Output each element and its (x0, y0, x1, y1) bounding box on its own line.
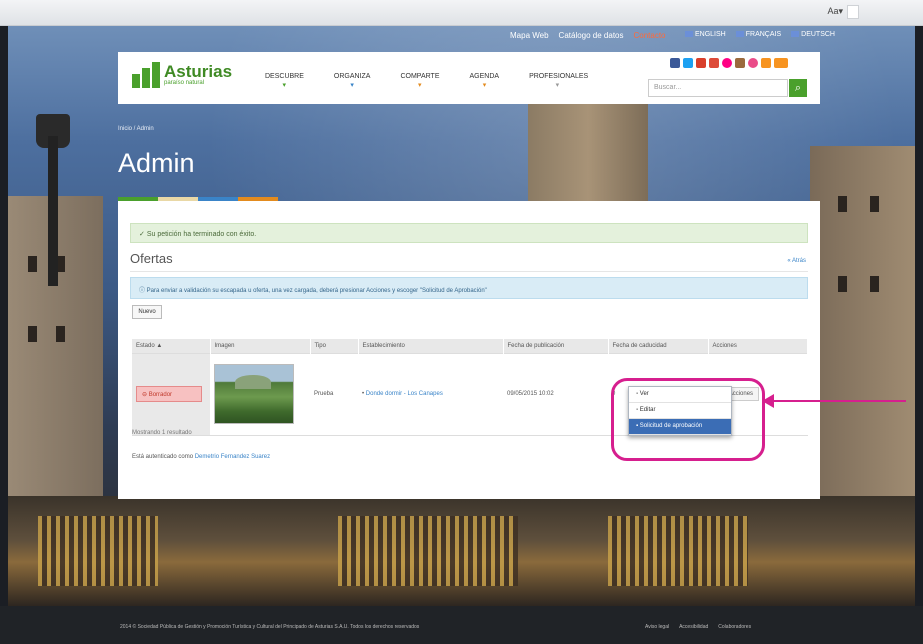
nav-descubre[interactable]: DESCUBRE (265, 73, 304, 89)
reflection-stripe (338, 516, 518, 586)
language-switcher: ENGLISH FRANÇAIS DEUTSCH (685, 31, 835, 38)
building-right (810, 146, 915, 526)
lang-german[interactable]: DEUTSCH (791, 31, 835, 38)
info-alert-text: Para enviar a validación su escapada u o… (146, 288, 487, 294)
browser-toolbar: Aa▾ (0, 0, 923, 26)
rss-icon[interactable] (761, 58, 771, 68)
success-alert: ✓ Su petición ha terminado con éxito. (130, 223, 808, 243)
nav-organiza[interactable]: ORGANIZA (334, 73, 371, 89)
auth-info: Está autenticado como Demetrio Fernandez… (132, 454, 270, 460)
reflection (8, 496, 915, 606)
establishment-link[interactable]: Donde dormir - Los Canapes (366, 391, 443, 397)
footer-link-collaborators[interactable]: Colaboradores (718, 624, 751, 630)
logo-mark (132, 62, 160, 88)
image-cell (210, 352, 310, 436)
auth-prefix: Está autenticado como (132, 454, 194, 460)
new-button[interactable]: Nuevo (132, 305, 162, 319)
window (56, 326, 65, 342)
blog-icon[interactable] (774, 58, 788, 68)
reflection-stripe (38, 516, 158, 586)
top-link-sitemap[interactable]: Mapa Web (510, 31, 549, 40)
nav-agenda[interactable]: AGENDA (470, 73, 500, 89)
info-icon: ⓘ (139, 288, 147, 294)
col-tipo[interactable]: Tipo (310, 339, 359, 353)
annotation-highlight (611, 378, 765, 461)
footer-links: Aviso legal Accesibilidad Colaboradores (645, 624, 751, 630)
lang-french[interactable]: FRANÇAIS (736, 31, 781, 38)
window (870, 196, 879, 212)
check-icon: ✓ (139, 231, 147, 238)
breadcrumb[interactable]: Inicio / Admin (118, 126, 154, 132)
col-establecimiento[interactable]: Establecimiento (358, 339, 504, 353)
top-links: Mapa Web Catálogo de datos Contacto (510, 31, 666, 40)
lang-english[interactable]: ENGLISH (685, 31, 726, 38)
table-header-row: Estado ▲ Imagen Tipo Establecimiento Fec… (132, 339, 808, 353)
divider (130, 271, 808, 272)
back-link[interactable]: « Atrás (787, 258, 806, 264)
facebook-icon[interactable] (670, 58, 680, 68)
establishment-cell: • Donde dormir - Los Canapes (358, 352, 503, 436)
site-header: Asturias paraíso natural DESCUBRE ORGANI… (118, 52, 820, 104)
instagram-icon[interactable] (735, 58, 745, 68)
window (870, 276, 879, 292)
window (838, 196, 847, 212)
top-link-catalog[interactable]: Catálogo de datos (559, 31, 624, 40)
youtube-icon[interactable] (696, 58, 706, 68)
window (838, 276, 847, 292)
flickr-icon[interactable] (722, 58, 732, 68)
lang-button[interactable]: Aa▾ (827, 6, 843, 17)
offer-thumbnail[interactable] (214, 364, 294, 424)
search-button[interactable]: ⌕ (789, 79, 807, 97)
browser-box (847, 5, 859, 19)
main-nav: DESCUBRE ORGANIZA COMPARTE AGENDA PROFES… (265, 73, 588, 89)
nav-profesionales[interactable]: PROFESIONALES (529, 73, 588, 89)
publication-date-cell: 09/05/2015 10:02 (503, 352, 608, 436)
type-cell: Prueba (310, 352, 358, 436)
footer-link-accessibility[interactable]: Accesibilidad (679, 624, 708, 630)
dribbble-icon[interactable] (748, 58, 758, 68)
col-imagen[interactable]: Imagen (210, 339, 311, 353)
col-acciones: Acciones (708, 339, 808, 353)
success-alert-text: Su petición ha terminado con éxito. (146, 231, 257, 238)
street-lamp (48, 136, 58, 286)
top-link-contact[interactable]: Contacto (633, 31, 665, 40)
annotation-arrow-head (762, 394, 774, 408)
section-title: Ofertas (130, 251, 173, 266)
nav-comparte[interactable]: COMPARTE (400, 73, 439, 89)
status-badge[interactable]: Borrador (136, 386, 202, 402)
info-alert: ⓘ Para enviar a validación su escapada u… (130, 277, 808, 299)
googleplus-icon[interactable] (709, 58, 719, 68)
results-count: Mostrando 1 resultado (132, 430, 192, 436)
status-cell: Borrador (132, 352, 210, 436)
window (28, 326, 37, 342)
annotation-arrow-line (766, 400, 906, 402)
page-title: Admin (118, 148, 195, 178)
search-icon: ⌕ (794, 82, 802, 94)
twitter-icon[interactable] (683, 58, 693, 68)
window (28, 256, 37, 272)
footer-link-legal[interactable]: Aviso legal (645, 624, 669, 630)
col-fecha-publicacion[interactable]: Fecha de publicación (503, 339, 609, 353)
col-fecha-caducidad[interactable]: Fecha de caducidad (608, 339, 709, 353)
site-logo[interactable]: Asturias paraíso natural (132, 62, 232, 88)
col-estado[interactable]: Estado ▲ (132, 339, 211, 353)
logo-title: Asturias (164, 62, 233, 81)
auth-user-link[interactable]: Demetrio Fernandez Suarez (195, 454, 270, 460)
search-input[interactable]: Buscar... (648, 79, 788, 97)
footer-copyright: 2014 © Sociedad Pública de Gestión y Pro… (120, 624, 420, 630)
reflection-stripe (608, 516, 748, 586)
social-icons (670, 58, 788, 68)
site-footer: 2014 © Sociedad Pública de Gestión y Pro… (0, 606, 923, 644)
